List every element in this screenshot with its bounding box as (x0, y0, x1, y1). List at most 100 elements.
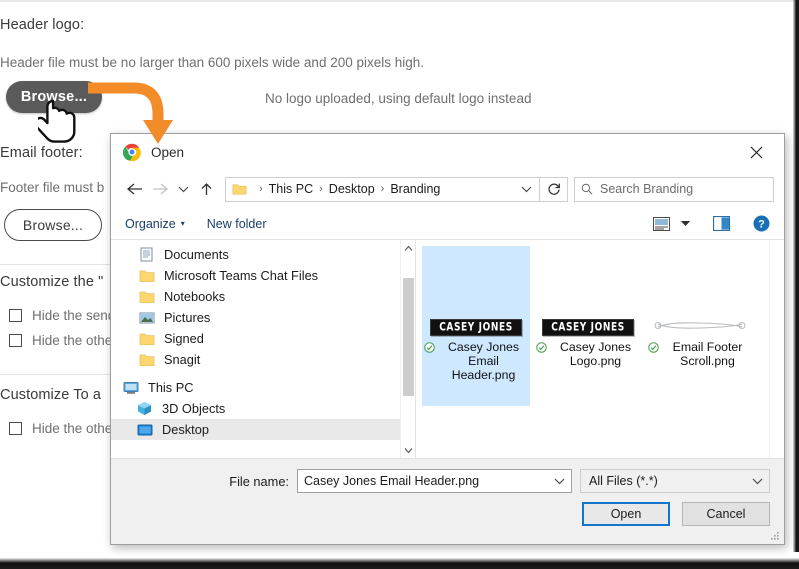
tree-item-label: Desktop (162, 422, 209, 437)
file-caption: Casey Jones Email Header.png (424, 340, 528, 382)
header-logo-note: Header file must be no larger than 600 p… (0, 55, 425, 70)
file-caption: Email Footer Scroll.png (648, 340, 752, 368)
file-item-casey-jones-email-header[interactable]: CASEY JONES Casey Jones Email Header.png (422, 246, 530, 406)
breadcrumb-separator: › (319, 183, 323, 195)
file-name-input[interactable]: Casey Jones Email Header.png (297, 469, 572, 493)
tree-item-snagit[interactable]: Snagit (111, 349, 415, 370)
file-item-email-footer-scroll[interactable]: Email Footer Scroll.png (646, 246, 754, 458)
email-footer-label: Email footer: (0, 145, 83, 161)
arrow-left-icon[interactable] (121, 176, 147, 202)
view-dropdown-chevron-down-icon[interactable] (676, 212, 694, 236)
refresh-icon[interactable] (540, 176, 568, 202)
checkbox-hide-other-1[interactable] (9, 334, 22, 347)
dialog-navbar: › This PC › Desktop › Branding Search Br… (111, 170, 784, 208)
file-name-chevron-down-icon[interactable] (549, 477, 569, 485)
new-folder-button[interactable]: New folder (207, 217, 267, 231)
close-icon[interactable] (734, 135, 778, 169)
file-name-row: File name: Casey Jones Email Header.png … (111, 459, 784, 493)
scroll-down-chevron-down-icon[interactable] (401, 442, 416, 458)
header-browse-button[interactable]: Browse... (6, 81, 102, 113)
dialog-body: Documents Microsoft Teams Chat Files Not… (111, 240, 784, 458)
tree-item-label: Pictures (164, 310, 211, 325)
header-logo-label: Header logo: (0, 17, 85, 33)
cloud-available-check-icon (536, 342, 547, 353)
file-name-label-text: File name: (229, 473, 289, 489)
pictures-icon (139, 310, 156, 325)
tree-item-this-pc[interactable]: This PC (111, 377, 415, 398)
dialog-titlebar: Open (111, 134, 784, 170)
scroll-flourish-thumbnail (654, 321, 746, 330)
chevron-down-icon: ▾ (180, 219, 185, 228)
folder-icon (139, 268, 156, 283)
tree-item-pictures[interactable]: Pictures (111, 307, 415, 328)
tree-item-signed[interactable]: Signed (111, 328, 415, 349)
file-list: CASEY JONES Casey Jones Email Header.png (416, 240, 784, 458)
preview-pane-icon[interactable] (708, 212, 734, 236)
tree-item-microsoft-teams-chat-files[interactable]: Microsoft Teams Chat Files (111, 265, 415, 286)
file-name-label: Email Footer Scroll.png (672, 340, 743, 368)
checkbox-row-hide-other-2[interactable]: Hide the othe (9, 421, 112, 436)
checkbox-label: Hide the othe (32, 421, 113, 436)
breadcrumb-separator: › (259, 183, 263, 195)
arrow-up-icon[interactable] (193, 176, 219, 202)
header-logo-status: No logo uploaded, using default logo ins… (265, 91, 532, 106)
address-bar[interactable]: › This PC › Desktop › Branding (225, 176, 540, 202)
open-file-dialog: Open › This PC › Desktop › Branding Sear… (110, 133, 785, 545)
checkbox-label: Hide the send (32, 308, 116, 323)
recent-locations-chevron-down-icon[interactable] (173, 176, 193, 202)
checkbox-label: Hide the othe (32, 333, 113, 348)
navigation-tree: Documents Microsoft Teams Chat Files Not… (111, 240, 416, 458)
tree-item-3d-objects[interactable]: 3D Objects (111, 398, 415, 419)
screenshot-root: Header logo: Header file must be no larg… (0, 0, 799, 569)
3d-objects-icon (137, 401, 154, 416)
dialog-title: Open (151, 144, 185, 160)
cancel-button[interactable]: Cancel (682, 502, 770, 526)
footer-note: Footer file must b (0, 180, 105, 195)
view-layout-icon[interactable] (648, 212, 674, 236)
svg-text:?: ? (758, 219, 765, 231)
dialog-footer: File name: Casey Jones Email Header.png … (111, 458, 784, 544)
breadcrumb-item-branding[interactable]: Branding (390, 182, 440, 196)
logo-banner-thumbnail: CASEY JONES (430, 319, 522, 336)
tree-scrollbar-thumb[interactable] (402, 278, 414, 396)
file-item-casey-jones-logo[interactable]: CASEY JONES Casey Jones Logo.png (534, 246, 642, 458)
footer-browse-button[interactable]: Browse... (4, 209, 102, 241)
frame-bottom-shadow (0, 558, 799, 569)
folder-icon (232, 184, 247, 195)
resize-grip-icon[interactable] (770, 531, 780, 541)
section-divider-1 (0, 264, 110, 265)
scroll-up-chevron-up-icon[interactable] (401, 240, 416, 256)
new-folder-label: New folder (206, 216, 267, 231)
tree-item-label: 3D Objects (162, 401, 226, 416)
tree-item-label: Signed (164, 331, 204, 346)
file-type-filter-select[interactable]: All Files (*.*) (580, 469, 770, 493)
dialog-button-row: Open Cancel (111, 493, 784, 526)
folder-icon (139, 289, 156, 304)
address-dropdown-chevron-down-icon[interactable] (515, 185, 537, 193)
frame-top-border (0, 0, 799, 2)
logo-banner-thumbnail: CASEY JONES (542, 319, 634, 336)
file-list-scrollbar[interactable] (769, 240, 784, 458)
frame-right-shadow (793, 0, 799, 558)
tree-scrollbar-track[interactable] (401, 256, 416, 442)
section-divider-2 (0, 374, 110, 375)
tree-item-label: Notebooks (164, 289, 226, 304)
checkbox-hide-other-2[interactable] (9, 422, 22, 435)
help-icon[interactable]: ? (748, 212, 774, 236)
customize-section-2-title: Customize To a (0, 387, 102, 403)
tree-item-desktop[interactable]: Desktop (111, 419, 415, 440)
checkbox-hide-sender[interactable] (9, 309, 22, 322)
organize-button[interactable]: Organize ▾ (125, 217, 185, 231)
breadcrumb-item-desktop[interactable]: Desktop (329, 182, 375, 196)
breadcrumb-item-this-pc[interactable]: This PC (269, 182, 313, 196)
tree-item-notebooks[interactable]: Notebooks (111, 286, 415, 307)
tree-scrollbar[interactable] (400, 240, 415, 458)
customize-section-1-title: Customize the " (0, 274, 104, 290)
tree-item-documents[interactable]: Documents (111, 244, 415, 265)
tree-item-label: Documents (164, 247, 229, 262)
open-button[interactable]: Open (582, 502, 670, 526)
search-input[interactable]: Search Branding (574, 176, 774, 202)
file-type-chevron-down-icon[interactable] (747, 477, 767, 485)
checkbox-row-hide-sender[interactable]: Hide the send (9, 308, 115, 323)
checkbox-row-hide-other-1[interactable]: Hide the othe (9, 333, 112, 348)
